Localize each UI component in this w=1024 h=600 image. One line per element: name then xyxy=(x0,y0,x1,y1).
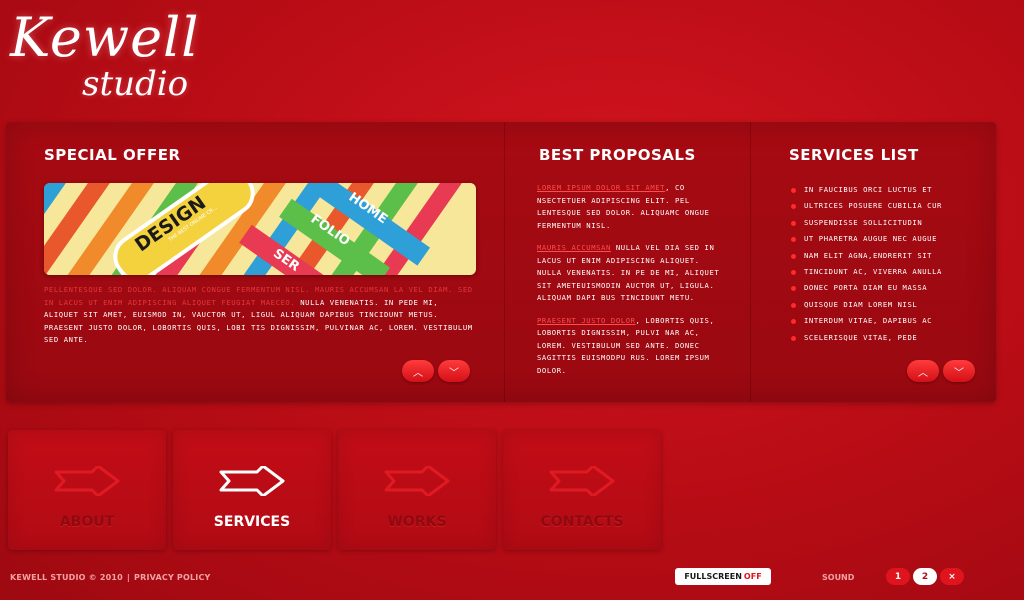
nav-tile-works[interactable]: WORKS xyxy=(338,430,496,550)
page-2-button[interactable]: 2 xyxy=(913,568,937,585)
logo[interactable]: Kewell studio xyxy=(8,6,248,106)
services-list-title: SERVICES LIST xyxy=(789,146,919,164)
list-item[interactable]: TINCIDUNT AC, VIVERRA ANULLA xyxy=(791,264,942,280)
best-proposals-title: BEST PROPOSALS xyxy=(539,146,696,164)
chevron-down-icon: ﹀ xyxy=(954,367,964,379)
special-offer-title: SPECIAL OFFER xyxy=(44,146,181,164)
content-panel: SPECIAL OFFER DESIGN THE BEST ONLINE CR.… xyxy=(6,122,996,402)
list-item[interactable]: SCELERISQUE VITAE, PEDE xyxy=(791,330,942,346)
proposal-item: MAURIS ACCUMSAN NULLA VEL DIA SED IN LAC… xyxy=(537,242,722,305)
nav-label: ABOUT xyxy=(59,514,115,530)
scroll-down-button[interactable]: ﹀ xyxy=(943,360,975,382)
footer-copyright-bar: KEWELL STUDIO © 2010 | PRIVACY POLICY xyxy=(10,573,211,582)
list-item[interactable]: NAM ELIT AGNA,ENDRERIT SIT xyxy=(791,248,942,264)
logo-line-2: studio xyxy=(82,64,189,104)
page-1-button[interactable]: 1 xyxy=(886,568,910,585)
fullscreen-label: FULLSCREEN xyxy=(684,572,742,581)
footer-separator: | xyxy=(126,573,131,582)
services-list: IN FAUCIBUS ORCI LUCTUS ET ULTRICES POSU… xyxy=(791,182,942,346)
special-offer-banner[interactable]: DESIGN THE BEST ONLINE CR... HOME FOLIO … xyxy=(44,183,476,275)
list-item[interactable]: ULTRICES POSUERE CUBILIA CUR xyxy=(791,198,942,214)
close-button[interactable]: × xyxy=(940,568,964,585)
special-offer-text: PELLENTESQUE SED DOLOR. ALIQUAM CONGUE F… xyxy=(44,284,474,347)
fullscreen-toggle[interactable]: FULLSCREEN OFF xyxy=(675,568,771,585)
nav-label: CONTACTS xyxy=(540,514,624,530)
nav-label: SERVICES xyxy=(213,514,291,530)
proposal-item: PRAESENT JUSTO DOLOR, LOBORTIS QUIS, LOB… xyxy=(537,315,722,378)
chevron-up-icon: ︿ xyxy=(918,367,928,379)
proposal-link[interactable]: PRAESENT JUSTO DOLOR xyxy=(537,316,636,325)
scroll-up-button[interactable]: ︿ xyxy=(402,360,434,382)
fullscreen-state: OFF xyxy=(743,572,762,581)
proposal-link[interactable]: LOREM IPSUM DOLOR SIT AMET xyxy=(537,183,665,192)
special-offer-arrows: ︿ ﹀ xyxy=(402,360,470,382)
sound-pager: 1 2 × xyxy=(886,568,964,585)
scroll-up-button[interactable]: ︿ xyxy=(907,360,939,382)
privacy-policy-link[interactable]: PRIVACY POLICY xyxy=(134,573,211,582)
services-arrows: ︿ ﹀ xyxy=(907,360,975,382)
banner-graphic xyxy=(44,183,476,275)
nav-tile-services[interactable]: SERVICES xyxy=(173,430,331,550)
list-item[interactable]: DONEC PORTA DIAM EU MASSA xyxy=(791,280,942,296)
proposal-item: LOREM IPSUM DOLOR SIT AMET, CO NSECTETUE… xyxy=(537,182,722,232)
list-item[interactable]: SUSPENDISSE SOLLICITUDIN xyxy=(791,215,942,231)
list-item[interactable]: IN FAUCIBUS ORCI LUCTUS ET xyxy=(791,182,942,198)
best-proposals-section: BEST PROPOSALS LOREM IPSUM DOLOR SIT AME… xyxy=(504,122,749,402)
services-list-section: SERVICES LIST IN FAUCIBUS ORCI LUCTUS ET… xyxy=(750,122,997,402)
arrow-right-icon xyxy=(384,466,450,496)
scroll-down-button[interactable]: ﹀ xyxy=(438,360,470,382)
arrow-right-icon xyxy=(54,466,120,496)
nav-label: WORKS xyxy=(387,514,447,530)
list-item[interactable]: QUISQUE DIAM LOREM NISL xyxy=(791,297,942,313)
nav-tile-about[interactable]: ABOUT xyxy=(8,430,166,550)
best-proposals-text: LOREM IPSUM DOLOR SIT AMET, CO NSECTETUE… xyxy=(537,182,722,387)
chevron-up-icon: ︿ xyxy=(413,367,423,379)
chevron-down-icon: ﹀ xyxy=(449,367,459,379)
copyright-text: KEWELL STUDIO © 2010 xyxy=(10,573,123,582)
sound-label: SOUND xyxy=(822,573,855,582)
special-offer-section: SPECIAL OFFER DESIGN THE BEST ONLINE CR.… xyxy=(6,122,504,402)
list-item[interactable]: UT PHARETRA AUGUE NEC AUGUE xyxy=(791,231,942,247)
list-item[interactable]: INTERDUM VITAE, DAPIBUS AC xyxy=(791,313,942,329)
logo-line-1: Kewell xyxy=(10,6,200,69)
arrow-right-icon xyxy=(549,466,615,496)
proposal-link[interactable]: MAURIS ACCUMSAN xyxy=(537,243,611,252)
nav-tile-contacts[interactable]: CONTACTS xyxy=(503,430,661,550)
arrow-right-icon xyxy=(219,466,285,496)
